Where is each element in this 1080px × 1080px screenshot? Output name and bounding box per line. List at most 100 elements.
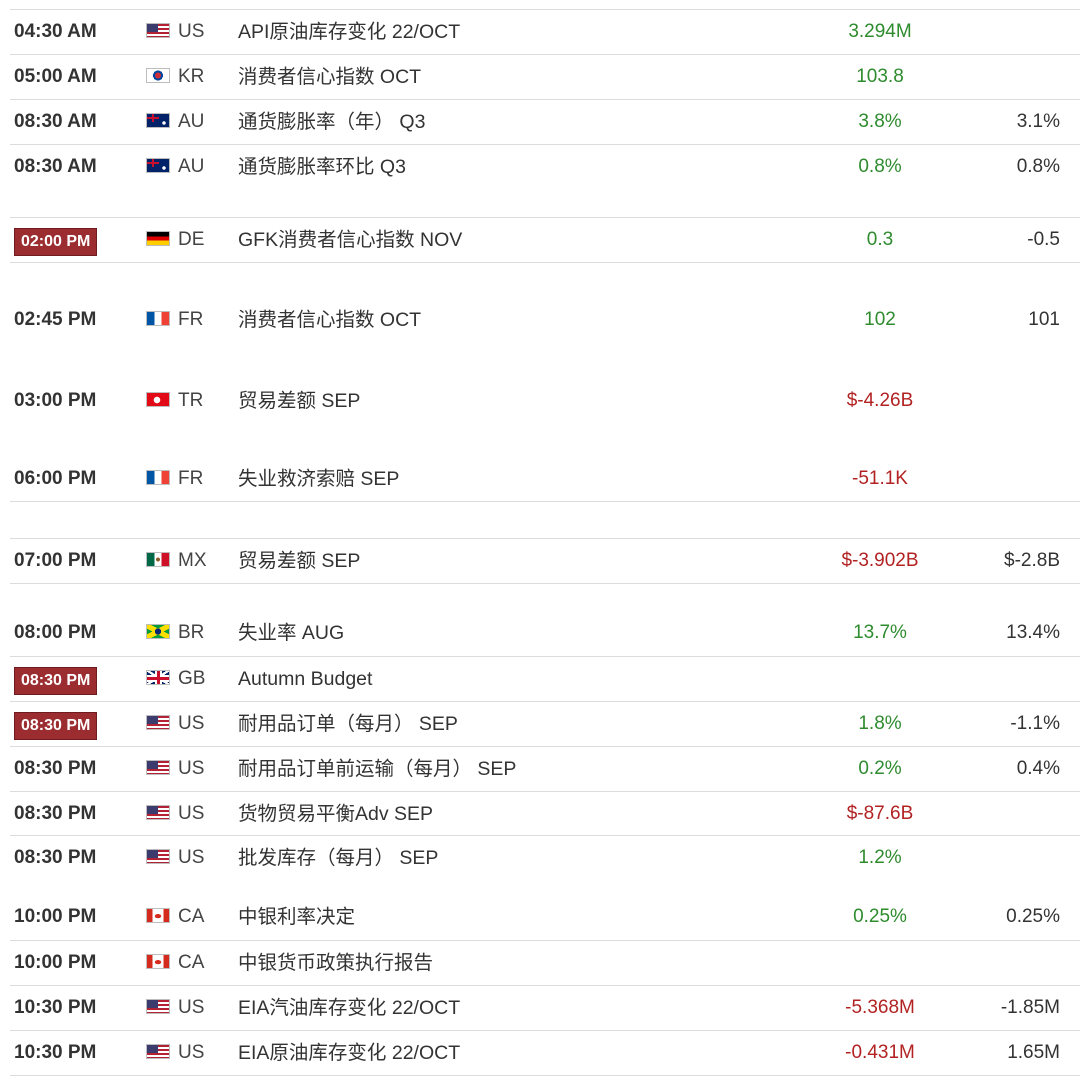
event-previous: 0.8% [1016,156,1060,177]
event-name[interactable]: 中银利率决定 [238,895,355,939]
event-row[interactable]: 04:30 AM US API原油库存变化 22/OCT 3.294M [10,9,1080,54]
event-time: 08:30 AM [14,111,97,132]
event-row[interactable]: 07:00 PM MX 贸易差额 SEP $-3.902B $-2.8B [10,538,1080,584]
country-code: AU [178,156,205,177]
event-time: 10:30 PM [14,997,97,1018]
event-previous: -0.5 [1027,229,1060,250]
economic-calendar: 04:30 AM US API原油库存变化 22/OCT 3.294M 05:00 AM… [0,0,1080,1080]
event-row[interactable]: 08:30 AM AU 通货膨胀率（年） Q3 3.8% 3.1% [10,99,1080,144]
ca-flag-icon [146,908,170,923]
country-code: GB [178,668,206,689]
event-time: 08:00 PM [14,622,97,643]
event-name[interactable]: 中银货币政策执行报告 [238,941,433,985]
event-row[interactable]: 02:45 PM FR 消费者信心指数 OCT 102 101 [10,298,1080,342]
event-previous: 1.65M [1007,1042,1060,1063]
event-name[interactable]: GFK消费者信心指数 NOV [238,218,462,262]
event-name[interactable]: 耐用品订单（每月） SEP [238,702,458,746]
country-code: FR [178,468,204,489]
event-name[interactable]: 失业率 AUG [238,611,344,655]
event-name[interactable]: 失业救济索赔 SEP [238,457,399,501]
event-name[interactable]: Autumn Budget [238,657,372,701]
event-time: 10:00 PM [14,952,97,973]
us-flag-icon [146,715,170,730]
event-row[interactable]: 10:00 PM CA 中银利率决定 0.25% 0.25% [10,895,1080,939]
event-country: CA [146,895,204,939]
event-country: US [146,747,204,791]
event-time: 02:00 PM [14,228,98,256]
event-previous: 0.25% [1006,906,1060,927]
us-flag-icon [146,849,170,864]
country-code: AU [178,111,205,132]
event-previous: -1.85M [1000,997,1060,1018]
event-name[interactable]: API原油库存变化 22/OCT [238,10,460,54]
event-row[interactable]: 08:30 PM US 货物贸易平衡Adv SEP $-87.6B [10,791,1080,836]
country-code: US [178,758,205,779]
event-country: US [146,1031,204,1075]
us-flag-icon [146,760,170,775]
country-code: US [178,847,205,868]
event-time: 10:00 PM [14,906,97,927]
event-row[interactable]: 08:30 PM US 耐用品订单（每月） SEP 1.8% -1.1% [10,701,1080,746]
event-name[interactable]: 消费者信心指数 OCT [238,55,421,99]
event-country: US [146,836,204,880]
event-name[interactable]: 批发库存（每月） SEP [238,836,438,880]
event-country: MX [146,539,207,583]
event-row[interactable]: 10:30 PM US EIA汽油库存变化 22/OCT -5.368M -1.85M [10,985,1080,1030]
us-flag-icon [146,1044,170,1059]
event-country: GB [146,657,205,701]
event-name[interactable]: 消费者信心指数 OCT [238,298,421,342]
event-name[interactable]: 贸易差额 SEP [238,539,360,583]
event-country: BR [146,611,204,655]
event-name[interactable]: 通货膨胀率（年） Q3 [238,100,425,144]
country-code: KR [178,66,205,87]
event-name[interactable]: 通货膨胀率环比 Q3 [238,145,406,189]
event-row[interactable]: 10:00 PM CA 中银货币政策执行报告 [10,940,1080,985]
event-row[interactable]: 08:30 PM US 耐用品订单前运输（每月） SEP 0.2% 0.4% [10,746,1080,791]
event-name[interactable]: EIA汽油库存变化 22/OCT [238,986,460,1030]
event-row[interactable]: 06:00 PM FR 失业救济索赔 SEP -51.1K [10,457,1080,502]
event-time: 07:00 PM [14,550,97,571]
event-previous [920,792,1060,836]
us-flag-icon [146,805,170,820]
event-name[interactable]: 贸易差额 SEP [238,379,360,423]
au-flag-icon [146,113,170,128]
event-previous [920,836,1060,880]
fr-flag-icon [146,470,170,485]
fr-flag-icon [146,311,170,326]
event-row[interactable]: 05:00 AM KR 消费者信心指数 OCT 103.8 [10,54,1080,99]
event-name[interactable]: 耐用品订单前运输（每月） SEP [238,747,516,791]
event-country: AU [146,145,204,189]
event-previous [920,55,1060,99]
country-code: TR [178,390,204,411]
event-time: 08:30 PM [14,803,97,824]
event-row[interactable]: 02:00 PM DE GFK消费者信心指数 NOV 0.3 -0.5 [10,217,1080,263]
country-code: US [178,1042,205,1063]
event-previous [920,10,1060,54]
event-time: 06:00 PM [14,468,97,489]
ca-flag-icon [146,954,170,969]
event-country: DE [146,218,204,262]
au-flag-icon [146,158,170,173]
event-row[interactable]: 10:30 PM US EIA原油库存变化 22/OCT -0.431M 1.65M [10,1030,1080,1076]
country-code: CA [178,952,205,973]
event-country: AU [146,100,204,144]
event-row[interactable]: 08:30 AM AU 通货膨胀率环比 Q3 0.8% 0.8% [10,144,1080,189]
event-row[interactable]: 08:00 PM BR 失业率 AUG 13.7% 13.4% [10,611,1080,655]
event-name[interactable]: EIA原油库存变化 22/OCT [238,1031,460,1075]
country-code: CA [178,906,205,927]
event-time: 02:45 PM [14,309,97,330]
event-previous: 3.1% [1016,111,1060,132]
tr-flag-icon [146,392,170,407]
us-flag-icon [146,999,170,1014]
event-time: 04:30 AM [14,21,97,42]
event-time: 08:30 AM [14,156,97,177]
event-country: US [146,986,204,1030]
event-row[interactable]: 03:00 PM TR 贸易差额 SEP $-4.26B [10,379,1080,423]
event-row[interactable]: 08:30 PM US 批发库存（每月） SEP 1.2% [10,835,1080,880]
event-name[interactable]: 货物贸易平衡Adv SEP [238,792,433,836]
event-row[interactable]: 08:30 PM GB Autumn Budget [10,656,1080,701]
country-code: FR [178,309,204,330]
de-flag-icon [146,231,170,246]
event-country: TR [146,379,203,423]
event-time: 03:00 PM [14,390,97,411]
